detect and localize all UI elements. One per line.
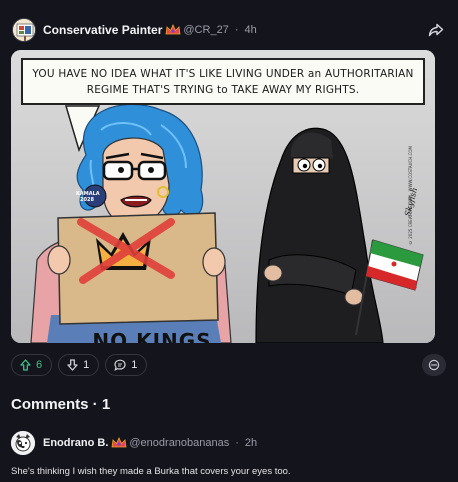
upvote-icon — [20, 359, 31, 371]
downvote-icon — [67, 359, 78, 371]
caption-line-2: REGIME THAT'S TRYING to TAKE AWAY MY RIG… — [86, 84, 360, 96]
post-time: 4h — [244, 24, 257, 36]
pin-line-2: 2028 — [80, 197, 94, 203]
commenter-avatar[interactable] — [11, 431, 35, 455]
campaign-pin: KAMALA 2028 — [76, 191, 100, 203]
share-icon — [428, 23, 444, 37]
comment-count: 1 — [131, 359, 138, 371]
upvote-button[interactable]: 6 — [11, 354, 53, 376]
author-handle[interactable]: @CR_27 — [183, 24, 228, 36]
author-name[interactable]: Conservative Painter — [43, 23, 162, 37]
separator-dot: · — [234, 24, 239, 36]
upvote-count: 6 — [36, 359, 43, 371]
comment-body: She's thinking I wish they made a Burka … — [11, 466, 291, 477]
post-actions: 6 1 1 — [11, 354, 446, 376]
more-options-icon — [428, 359, 440, 371]
more-options-button[interactable] — [422, 354, 446, 376]
commenter-name[interactable]: Enodrano B. — [43, 437, 108, 449]
comment-header: Enodrano B. @enodranobananas · 2h — [11, 431, 446, 455]
downvote-count: 1 — [83, 359, 90, 371]
cartoon-caption: YOU HAVE NO IDEA WHAT IT'S LIKE LIVING U… — [21, 58, 425, 105]
commenter-handle[interactable]: @enodranobananas — [129, 437, 229, 449]
downvote-button[interactable]: 1 — [58, 354, 100, 376]
post-header: Conservative Painter @CR_27 · 4h — [12, 17, 446, 43]
caption-line-1: YOU HAVE NO IDEA WHAT IT'S LIKE LIVING U… — [32, 68, 414, 80]
sign-text: NO KINGS — [92, 329, 212, 343]
comment-icon — [114, 359, 126, 371]
comments-heading: Comments · 1 — [11, 396, 111, 413]
comments-button[interactable]: 1 — [105, 354, 148, 376]
post-image[interactable]: YOU HAVE NO IDEA WHAT IT'S LIKE LIVING U… — [11, 50, 435, 343]
separator-dot: · — [235, 437, 239, 449]
author-avatar[interactable] — [12, 18, 36, 42]
comment-time: 2h — [244, 437, 258, 449]
crown-badge-icon — [165, 24, 181, 35]
crown-badge-icon — [111, 437, 127, 448]
share-button[interactable] — [426, 20, 446, 40]
